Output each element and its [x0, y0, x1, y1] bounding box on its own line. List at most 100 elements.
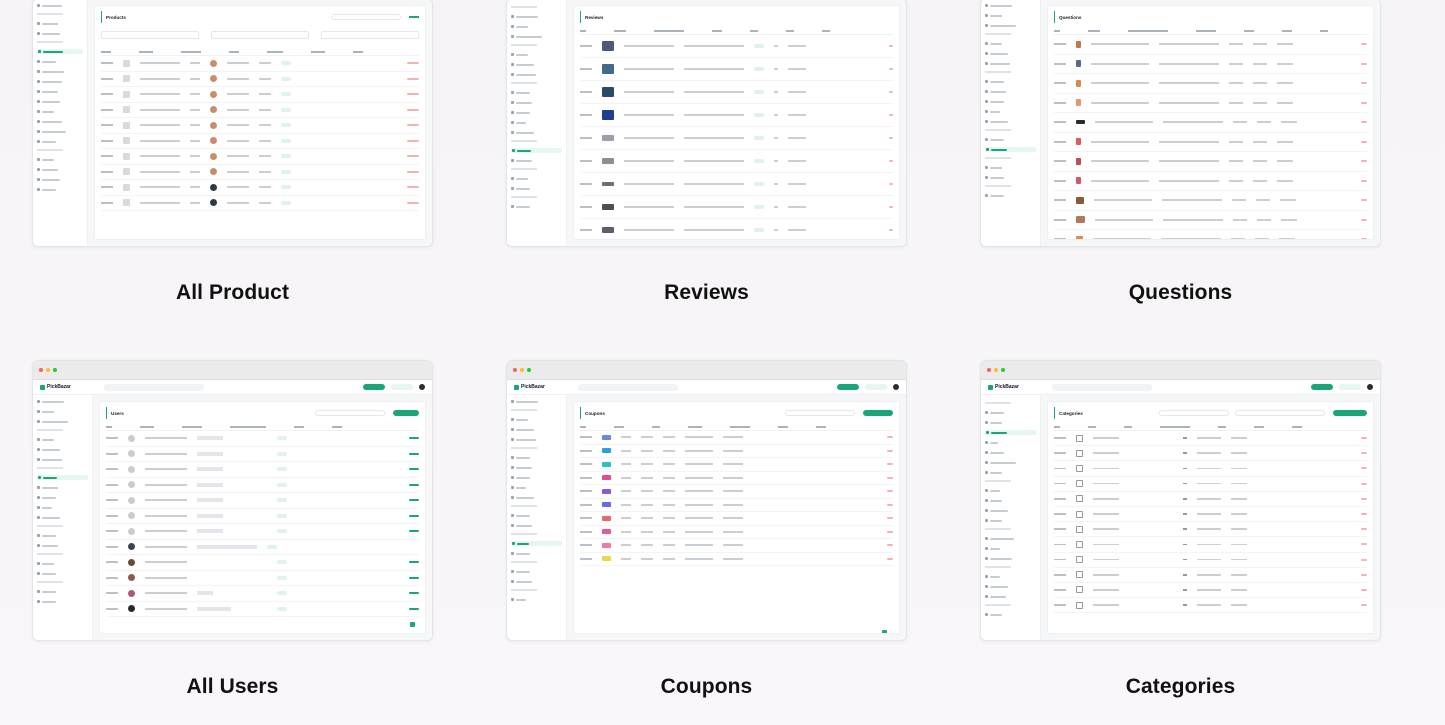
create-shop-button[interactable]: [363, 384, 385, 390]
table-row[interactable]: [106, 478, 419, 493]
all-product-preview[interactable]: Products: [32, 0, 433, 247]
table-row[interactable]: [580, 458, 893, 472]
table-row[interactable]: [1054, 152, 1367, 172]
table-row[interactable]: [1054, 492, 1367, 507]
table-row[interactable]: [101, 165, 419, 180]
caption-all-users: All Users: [186, 675, 279, 698]
table-row[interactable]: [101, 118, 419, 134]
table-row[interactable]: [580, 219, 893, 239]
table-row[interactable]: [1054, 537, 1367, 553]
pagination-current[interactable]: [882, 630, 887, 633]
table-row[interactable]: [580, 512, 893, 526]
table-row[interactable]: [1054, 507, 1367, 523]
table-row[interactable]: [101, 180, 419, 196]
close-window-icon[interactable]: [39, 368, 43, 372]
table-row[interactable]: [106, 524, 419, 540]
categories-preview[interactable]: PickBazar Categories: [980, 360, 1381, 641]
table-row[interactable]: [1054, 172, 1367, 191]
table-row[interactable]: [1054, 583, 1367, 599]
minimize-window-icon[interactable]: [994, 368, 998, 372]
close-window-icon[interactable]: [987, 368, 991, 372]
table-row[interactable]: [106, 462, 419, 478]
table-row[interactable]: [1054, 230, 1367, 239]
table-row[interactable]: [1054, 446, 1367, 462]
table-row[interactable]: [1054, 598, 1367, 614]
visit-site-button[interactable]: [1339, 384, 1361, 390]
visit-site-button[interactable]: [865, 384, 887, 390]
table-row[interactable]: [1054, 55, 1367, 74]
table-row[interactable]: [580, 104, 893, 127]
table-row[interactable]: [1054, 522, 1367, 538]
search-input[interactable]: [104, 383, 204, 391]
table-row[interactable]: [580, 58, 893, 81]
table-row[interactable]: [101, 134, 419, 149]
table-row[interactable]: [106, 540, 419, 555]
table-row[interactable]: [1054, 133, 1367, 152]
table-row[interactable]: [101, 87, 419, 103]
table-row[interactable]: [106, 586, 419, 602]
caption-all-product: All Product: [175, 281, 290, 304]
minimize-window-icon[interactable]: [520, 368, 524, 372]
table-row[interactable]: [580, 526, 893, 539]
table-row[interactable]: [1054, 74, 1367, 94]
avatar[interactable]: [419, 384, 425, 390]
table-row[interactable]: [101, 149, 419, 165]
table-row[interactable]: [1054, 191, 1367, 211]
maximize-window-icon[interactable]: [53, 368, 57, 372]
visit-site-button[interactable]: [391, 384, 413, 390]
search-input[interactable]: [1052, 383, 1152, 391]
app-logo: PickBazar: [514, 384, 566, 390]
table-row[interactable]: [106, 571, 419, 586]
table-row[interactable]: [101, 56, 419, 72]
sidebar: [507, 0, 567, 246]
table-row[interactable]: [101, 103, 419, 118]
search-input[interactable]: [578, 383, 678, 391]
table-row[interactable]: [106, 509, 419, 524]
table-row[interactable]: [106, 447, 419, 462]
table-row[interactable]: [101, 196, 419, 211]
table-row[interactable]: [580, 173, 893, 196]
avatar[interactable]: [1367, 384, 1373, 390]
table-row[interactable]: [1054, 113, 1367, 133]
avatar[interactable]: [893, 384, 899, 390]
table-row[interactable]: [580, 81, 893, 104]
table-row[interactable]: [580, 539, 893, 553]
table-row[interactable]: [580, 485, 893, 499]
all-users-preview[interactable]: PickBazar Users: [32, 360, 433, 641]
table-row[interactable]: [106, 602, 419, 617]
close-window-icon[interactable]: [513, 368, 517, 372]
reviews-preview[interactable]: Reviews: [506, 0, 907, 247]
create-shop-button[interactable]: [837, 384, 859, 390]
table-row[interactable]: [580, 150, 893, 173]
table-row[interactable]: [580, 472, 893, 485]
caption-categories: Categories: [1125, 675, 1236, 698]
table-row[interactable]: [1054, 211, 1367, 230]
maximize-window-icon[interactable]: [527, 368, 531, 372]
table-row[interactable]: [101, 72, 419, 87]
pagination-current[interactable]: [410, 622, 415, 627]
table-row[interactable]: [1054, 431, 1367, 447]
table-row[interactable]: [580, 431, 893, 445]
questions-preview[interactable]: Questions: [980, 0, 1381, 247]
table-row[interactable]: [580, 35, 893, 58]
table-row[interactable]: [1054, 35, 1367, 55]
sidebar: [507, 395, 567, 640]
table-row[interactable]: [106, 493, 419, 509]
table-row[interactable]: [1054, 568, 1367, 583]
create-shop-button[interactable]: [1311, 384, 1333, 390]
table-row[interactable]: [1054, 461, 1367, 477]
minimize-window-icon[interactable]: [46, 368, 50, 372]
table-row[interactable]: [1054, 553, 1367, 568]
table-row[interactable]: [1054, 94, 1367, 113]
table-row[interactable]: [580, 127, 893, 150]
table-row[interactable]: [580, 553, 893, 566]
coupons-preview[interactable]: PickBazar Coupons: [506, 360, 907, 641]
app-topbar: PickBazar: [507, 380, 906, 395]
table-row[interactable]: [1054, 477, 1367, 492]
table-row[interactable]: [106, 431, 419, 447]
table-row[interactable]: [580, 445, 893, 458]
table-row[interactable]: [580, 196, 893, 219]
table-row[interactable]: [580, 499, 893, 512]
maximize-window-icon[interactable]: [1001, 368, 1005, 372]
table-row[interactable]: [106, 555, 419, 571]
